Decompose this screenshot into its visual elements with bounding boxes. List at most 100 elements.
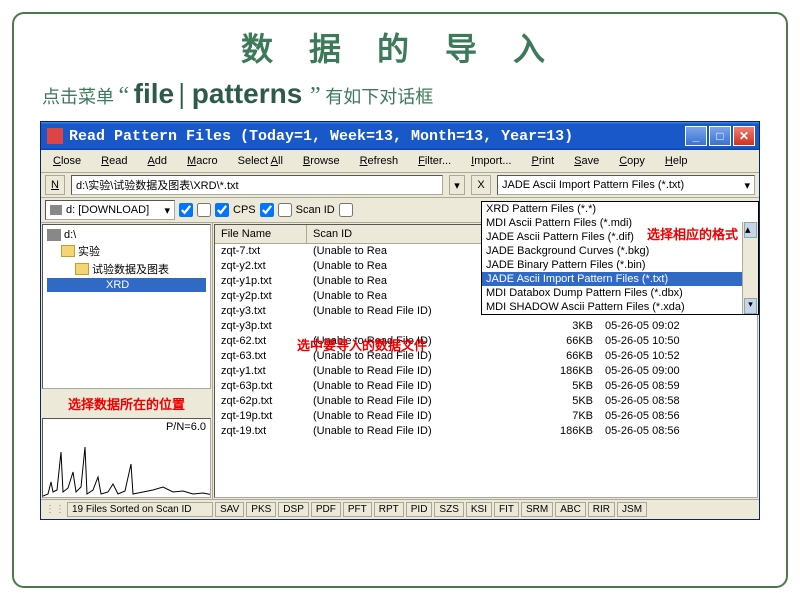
status-box-pid[interactable]: PID	[406, 502, 433, 517]
status-box-srm[interactable]: SRM	[521, 502, 553, 517]
col-filename[interactable]: File Name	[215, 225, 307, 243]
maximize-button[interactable]: □	[709, 126, 731, 146]
dropdown-scrollbar[interactable]: ▴ ▾	[742, 222, 758, 314]
file-row[interactable]: zqt-y1.txt(Unable to Read File ID)186KB0…	[215, 364, 757, 379]
n-button[interactable]: N	[45, 175, 65, 195]
status-text: 19 Files Sorted on Scan ID	[67, 502, 213, 517]
folder-icon	[75, 263, 89, 275]
filetype-select[interactable]: JADE Ascii Import Pattern Files (*.txt) …	[497, 175, 755, 195]
cell-date: 05-26-05 10:50	[599, 334, 723, 349]
file-row[interactable]: zqt-y3p.txt3KB05-26-05 09:02	[215, 319, 757, 334]
file-row[interactable]: zqt-19.txt(Unable to Read File ID)186KB0…	[215, 424, 757, 439]
status-box-sav[interactable]: SAV	[215, 502, 244, 517]
dropdown-option[interactable]: XRD Pattern Files (*.*)	[482, 202, 758, 216]
statusbar-grip: ⋮⋮	[45, 504, 65, 515]
cell-scanid: (Unable to Read File ID)	[307, 394, 527, 409]
menu-browse[interactable]: Browse	[295, 153, 348, 169]
folder-tree[interactable]: d:\实验试验数据及图表XRD	[42, 224, 211, 389]
status-box-pdf[interactable]: PDF	[311, 502, 341, 517]
cell-size: 7KB	[527, 409, 599, 424]
path-input[interactable]	[71, 175, 443, 195]
cell-date: 05-26-05 09:02	[599, 319, 723, 334]
file-list-pane: File Name Scan ID zqt-7.txt(Unable to Re…	[214, 224, 758, 498]
drive-select[interactable]: d: [DOWNLOAD] ▾	[45, 200, 175, 220]
cell-filename: zqt-y1p.txt	[215, 274, 307, 289]
menu-copy[interactable]: Copy	[611, 153, 653, 169]
cell-date: 05-26-05 08:58	[599, 394, 723, 409]
menu-select-all[interactable]: Select All	[230, 153, 291, 169]
drive-dropdown-icon: ▾	[164, 204, 170, 217]
app-icon	[47, 128, 63, 144]
drive-icon	[50, 205, 62, 215]
scrollbar-down-icon[interactable]: ▾	[744, 298, 757, 314]
folder-icon	[61, 245, 75, 257]
tree-item[interactable]: 实验	[47, 242, 206, 260]
menu-refresh[interactable]: Refresh	[352, 153, 407, 169]
menu-macro[interactable]: Macro	[179, 153, 226, 169]
cell-filename: zqt-19p.txt	[215, 409, 307, 424]
checkbox-5[interactable]	[278, 203, 292, 217]
cell-filename: zqt-62.txt	[215, 334, 307, 349]
status-box-fit[interactable]: FIT	[494, 502, 519, 517]
scanid-checkbox[interactable]	[339, 203, 353, 217]
menu-help[interactable]: Help	[657, 153, 696, 169]
cell-size: 186KB	[527, 364, 599, 379]
status-box-jsm[interactable]: JSM	[617, 502, 647, 517]
status-box-pft[interactable]: PFT	[343, 502, 372, 517]
filetype-dropdown-icon: ▾	[744, 179, 750, 192]
cell-size: 66KB	[527, 334, 599, 349]
status-box-abc[interactable]: ABC	[555, 502, 586, 517]
subtitle-pre: 点击菜单	[42, 87, 114, 107]
dropdown-option[interactable]: JADE Background Curves (*.bkg)	[482, 244, 758, 258]
checkbox-1[interactable]	[179, 203, 193, 217]
cell-filename: zqt-63p.txt	[215, 379, 307, 394]
menu-filter-[interactable]: Filter...	[410, 153, 459, 169]
status-box-rpt[interactable]: RPT	[374, 502, 404, 517]
file-row[interactable]: zqt-62p.txt(Unable to Read File ID)5KB05…	[215, 394, 757, 409]
dropdown-option[interactable]: MDI Databox Dump Pattern Files (*.dbx)	[482, 286, 758, 300]
checkbox-2[interactable]	[197, 203, 211, 217]
red-label-format: 选择相应的格式	[647, 224, 738, 243]
cell-date: 05-26-05 08:56	[599, 424, 723, 439]
kw-patterns: patterns	[192, 78, 310, 109]
dropdown-option[interactable]: JADE Ascii Import Pattern Files (*.txt)	[482, 272, 758, 286]
status-box-ksi[interactable]: KSI	[466, 502, 492, 517]
menu-read[interactable]: Read	[93, 153, 135, 169]
clear-button[interactable]: X	[471, 175, 491, 195]
quote-close: ”	[310, 83, 321, 109]
cell-scanid: (Unable to Read File ID)	[307, 424, 527, 439]
path-dropdown-icon[interactable]: ▾	[449, 175, 465, 195]
status-box-pks[interactable]: PKS	[246, 502, 276, 517]
cell-filename: zqt-19.txt	[215, 424, 307, 439]
cps-checkbox[interactable]	[260, 203, 274, 217]
tree-item[interactable]: d:\	[47, 228, 206, 242]
tree-item-label: 实验	[78, 243, 100, 259]
status-box-rir[interactable]: RIR	[588, 502, 615, 517]
cell-filename: zqt-y2.txt	[215, 259, 307, 274]
menu-add[interactable]: Add	[139, 153, 175, 169]
menu-import-[interactable]: Import...	[463, 153, 519, 169]
tree-item[interactable]: 试验数据及图表	[47, 260, 206, 278]
tree-item-label: 试验数据及图表	[92, 261, 169, 277]
cell-scanid: (Unable to Read File ID)	[307, 409, 527, 424]
checkbox-3[interactable]	[215, 203, 229, 217]
file-row[interactable]: zqt-63p.txt(Unable to Read File ID)5KB05…	[215, 379, 757, 394]
close-button[interactable]: ✕	[733, 126, 755, 146]
tree-item[interactable]: XRD	[47, 278, 206, 292]
cell-filename: zqt-62p.txt	[215, 394, 307, 409]
cell-filename: zqt-7.txt	[215, 244, 307, 259]
minimize-button[interactable]: _	[685, 126, 707, 146]
scrollbar-thumb[interactable]: ▴	[744, 222, 757, 238]
cell-date: 05-26-05 09:00	[599, 364, 723, 379]
dropdown-option[interactable]: MDI SHADOW Ascii Pattern Files (*.xda)	[482, 300, 758, 314]
dropdown-option[interactable]: JADE Binary Pattern Files (*.bin)	[482, 258, 758, 272]
menu-print[interactable]: Print	[524, 153, 563, 169]
red-label-select-file: 选中要导入的数据文件	[297, 335, 427, 354]
file-row[interactable]: zqt-19p.txt(Unable to Read File ID)7KB05…	[215, 409, 757, 424]
status-box-szs[interactable]: SZS	[434, 502, 463, 517]
menu-close[interactable]: Close	[45, 153, 89, 169]
status-box-dsp[interactable]: DSP	[278, 502, 309, 517]
filetype-dropdown-list[interactable]: 选择相应的格式 XRD Pattern Files (*.*)MDI Ascii…	[481, 201, 759, 315]
cell-scanid	[307, 319, 527, 334]
menu-save[interactable]: Save	[566, 153, 607, 169]
